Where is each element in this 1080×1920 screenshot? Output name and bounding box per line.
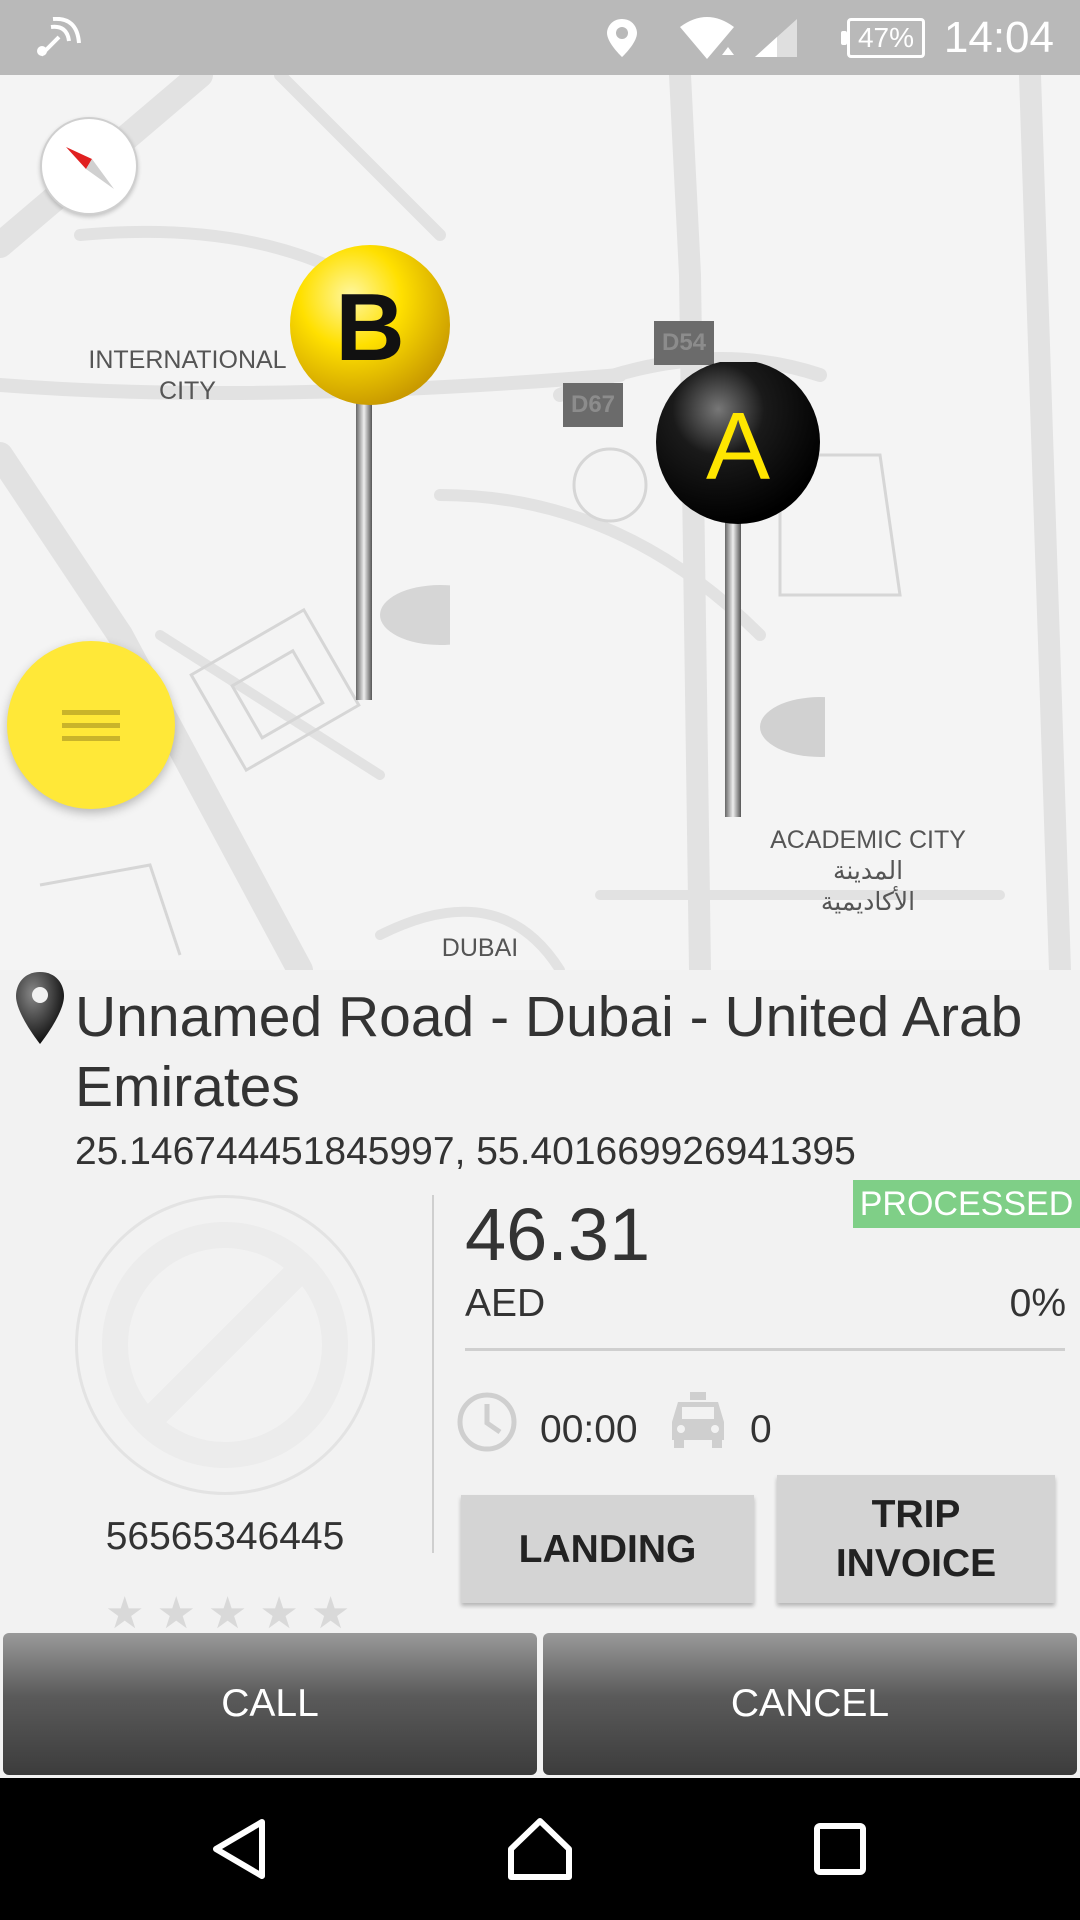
status-badge: PROCESSED	[853, 1180, 1080, 1228]
recents-button[interactable]	[750, 1778, 930, 1920]
star-icon: ★	[156, 1589, 196, 1638]
star-icon: ★	[259, 1589, 299, 1638]
map-label-dubai: DUBAI	[441, 934, 519, 962]
status-clock: 14:04	[943, 12, 1054, 62]
compass-icon	[66, 147, 114, 189]
trip-invoice-button[interactable]: TRIP INVOICE	[777, 1475, 1055, 1603]
menu-icon-bar	[62, 709, 120, 715]
menu-icon-bar	[62, 722, 120, 728]
recents-icon	[814, 1823, 866, 1875]
wifi-icon	[676, 0, 738, 75]
marker-b-label: B	[335, 274, 405, 381]
menu-icon-bar	[62, 735, 120, 741]
battery-icon: 47%	[841, 18, 925, 58]
driver-avatar	[75, 1195, 375, 1495]
no-photo-icon	[102, 1222, 348, 1468]
map-label-academic-city: ACADEMIC CITY المدينة الأكاديمية	[740, 825, 996, 918]
pickup-coordinates: 25.146744451845997, 55.401669926941395	[75, 1130, 856, 1173]
home-icon	[508, 1818, 572, 1880]
map-label-academic-ar-2: الأكاديمية	[820, 888, 916, 916]
star-icon: ★	[105, 1589, 145, 1638]
action-bar: CALL CANCEL	[0, 1633, 1080, 1778]
marker-b[interactable]: B	[290, 245, 500, 705]
road-shield-d67: D67	[563, 383, 624, 427]
trip-duration: 00:00	[540, 1408, 638, 1451]
fare-divider	[465, 1348, 1065, 1351]
map-label-text: INTERNATIONAL CITY	[88, 346, 287, 405]
cars-count: 0	[750, 1408, 772, 1451]
map-label-international-city: INTERNATIONAL CITY	[80, 345, 295, 407]
address-pin-icon	[16, 972, 64, 1044]
map-label-academic-en: ACADEMIC CITY	[770, 826, 966, 854]
menu-fab[interactable]	[7, 641, 175, 809]
star-icon: ★	[310, 1589, 351, 1638]
marker-a[interactable]: A	[655, 360, 880, 822]
fare-currency: AED	[465, 1282, 546, 1325]
home-button[interactable]	[450, 1778, 630, 1920]
battery-level: 47%	[857, 22, 915, 53]
call-button[interactable]: CALL	[3, 1633, 537, 1775]
marker-a-label: A	[705, 393, 771, 500]
nfc-icon	[28, 0, 88, 75]
landing-button[interactable]: LANDING	[461, 1495, 754, 1603]
map-label-academic-ar-1: المدينة	[832, 857, 904, 885]
system-nav-bar	[0, 1778, 1080, 1920]
back-button[interactable]	[150, 1778, 330, 1920]
clock-icon	[457, 1392, 517, 1452]
discount-percent: 0%	[1009, 1282, 1066, 1325]
road-shield-d54: D54	[654, 321, 715, 365]
cancel-button[interactable]: CANCEL	[543, 1633, 1077, 1775]
driver-rating: ★ ★ ★ ★ ★	[105, 1588, 350, 1639]
driver-phone: 56565346445	[105, 1515, 345, 1558]
taxi-icon	[672, 1392, 724, 1448]
signal-icon	[752, 0, 800, 75]
vertical-divider	[432, 1195, 434, 1553]
location-icon	[600, 0, 644, 75]
compass-button[interactable]	[40, 117, 138, 215]
status-bar: 47% 14:04	[0, 0, 1080, 75]
pickup-address: Unnamed Road - Dubai - United Arab Emira…	[75, 985, 1023, 1119]
star-icon: ★	[207, 1589, 248, 1638]
fare-amount: 46.31	[465, 1193, 651, 1276]
map-view[interactable]: INTERNATIONAL CITY ACADEMIC CITY المدينة…	[0, 75, 1080, 970]
back-icon	[213, 1819, 265, 1879]
trip-invoice-label: TRIP INVOICE	[835, 1493, 997, 1585]
